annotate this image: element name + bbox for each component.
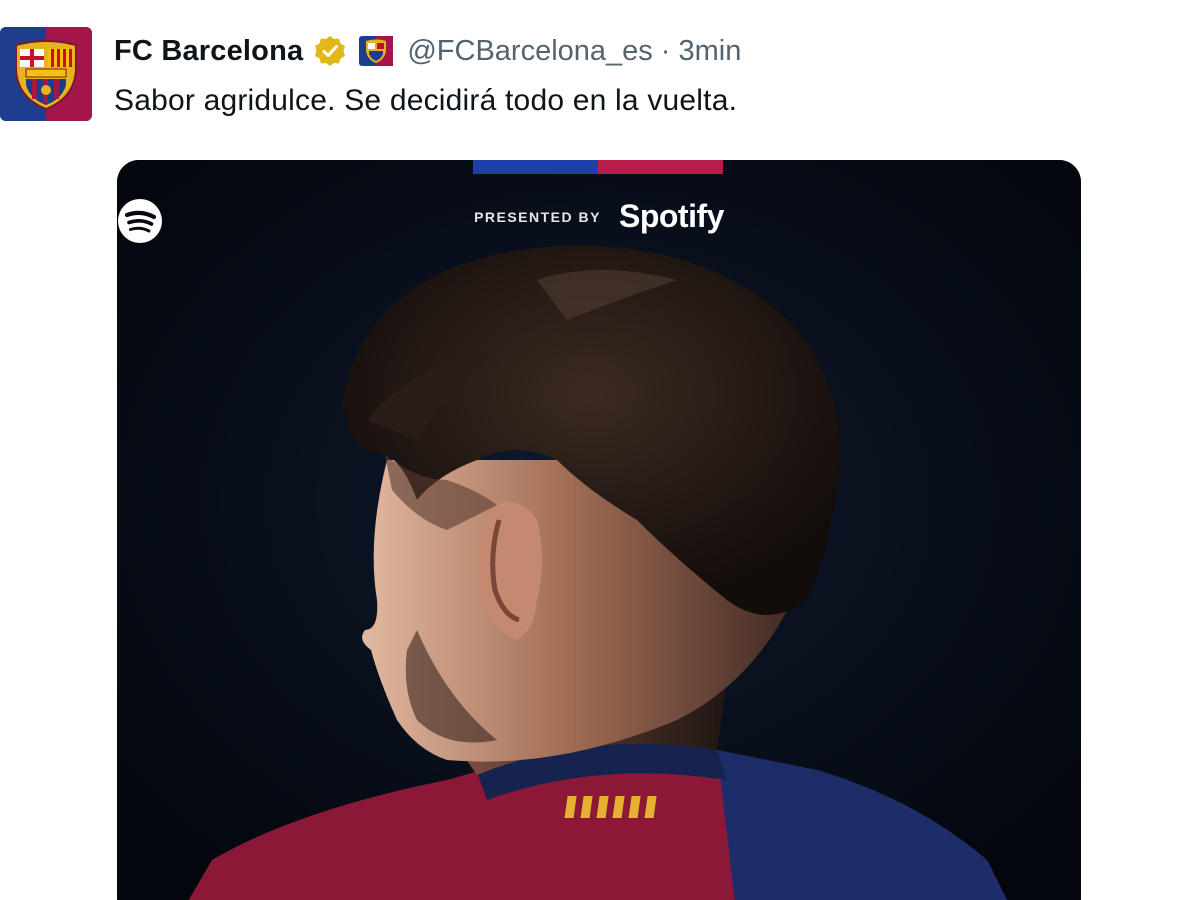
gold-verified-icon[interactable] [313, 34, 347, 68]
tweet-media-image[interactable]: PRESENTED BY Spotify [117, 160, 1081, 900]
blaugrana-top-bar [473, 160, 723, 174]
sponsor-banner: PRESENTED BY Spotify [117, 198, 1081, 243]
avatar[interactable] [0, 27, 92, 121]
top-bar-red [598, 160, 723, 174]
tweet-header: FC Barcelona @FCBarcelona_es · 3min [114, 28, 741, 74]
fcb-crest-icon [0, 27, 92, 121]
fcb-crest-badge-icon[interactable] [359, 36, 394, 66]
player-photo-illustration [117, 160, 1081, 900]
tweet[interactable]: FC Barcelona @FCBarcelona_es · 3min Sabo… [0, 0, 1200, 900]
presented-by-label: PRESENTED BY [474, 208, 601, 225]
spotify-icon [118, 199, 162, 243]
author-handle[interactable]: @FCBarcelona_es [407, 35, 652, 68]
sponsor-name: Spotify [618, 198, 724, 234]
separator-dot: · [660, 34, 671, 67]
top-bar-blue [473, 160, 598, 174]
tweet-text: Sabor agridulce. Se decidirá todo en la … [114, 84, 738, 117]
author-display-name[interactable]: FC Barcelona [114, 35, 303, 68]
timestamp[interactable]: 3min [678, 35, 741, 68]
